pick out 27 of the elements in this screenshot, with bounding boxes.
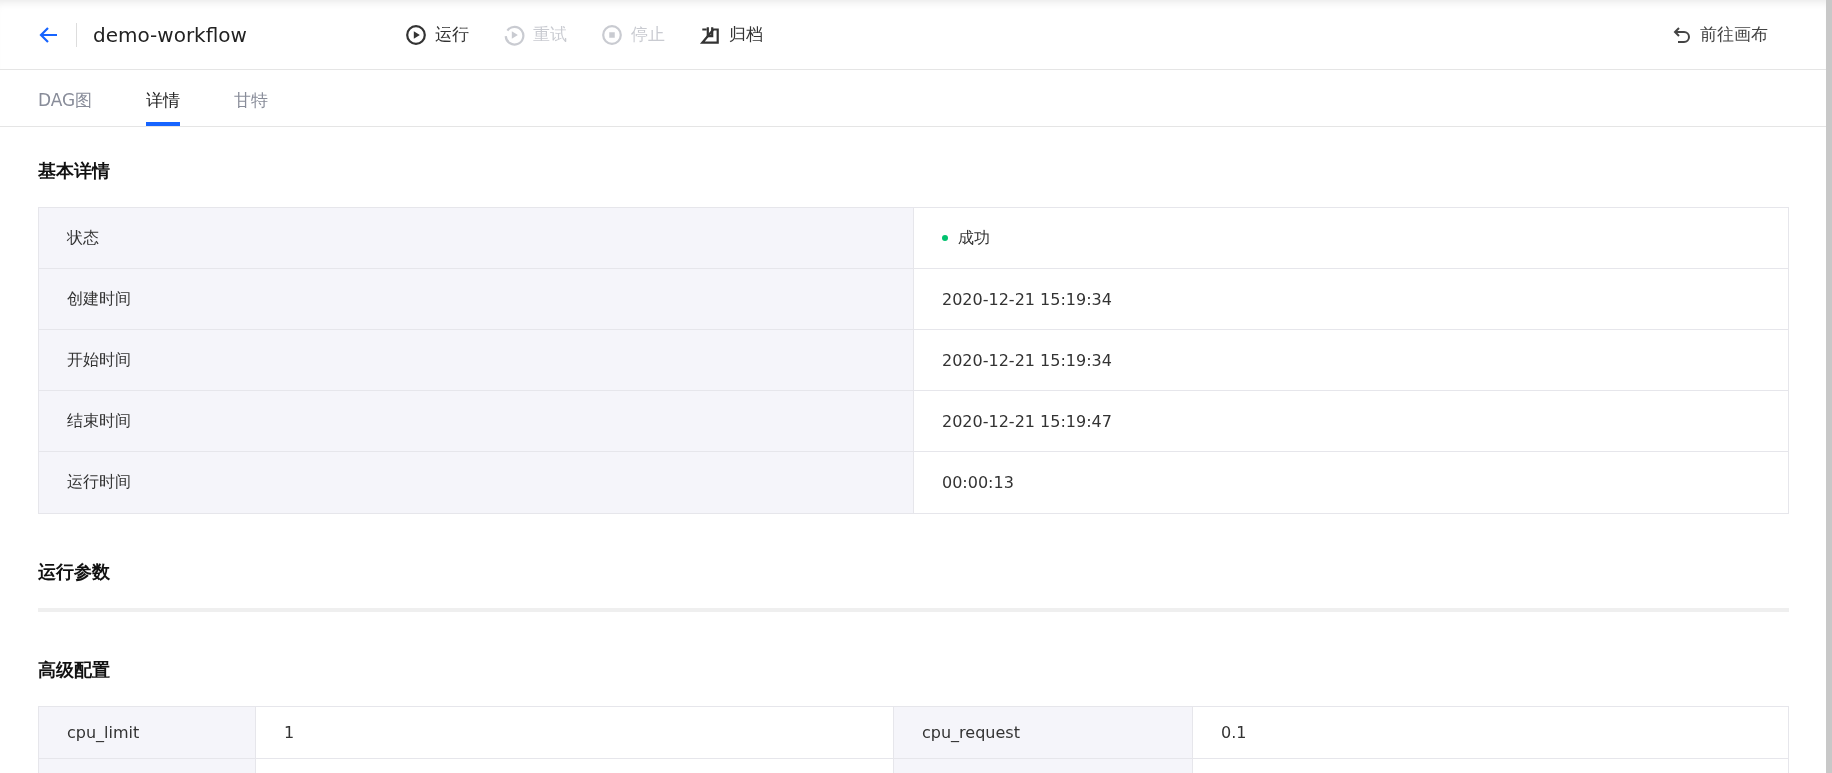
label-cell: cpu_limit: [39, 707, 256, 759]
workflow-title: demo-workflow: [93, 22, 248, 47]
tab[interactable]: DAG图: [38, 70, 93, 126]
label-cell: 运行时间: [39, 452, 914, 513]
value-cell: 1: [256, 707, 894, 759]
undo-arrow-icon: [1672, 24, 1692, 45]
archive-button[interactable]: 归档: [699, 23, 763, 46]
label-cell: 结束时间: [39, 391, 914, 452]
replay-icon: [503, 23, 525, 46]
tab[interactable]: 详情: [146, 70, 181, 126]
section-heading: 基本详情: [38, 159, 111, 183]
go-to-canvas-button[interactable]: 前往画布: [1666, 22, 1774, 47]
play-icon: [405, 23, 427, 46]
value-cell-text: 00:00:13: [941, 472, 1015, 494]
value-cell: 2020-12-21 15:19:34: [914, 330, 1788, 391]
section-heading: 高级配置: [38, 658, 111, 682]
value-cell: 成功: [914, 208, 1788, 269]
run-button[interactable]: 运行: [405, 23, 469, 46]
stop-icon: [601, 23, 623, 46]
label-cell: 开始时间: [39, 330, 914, 391]
label-cell: cpu_request: [894, 707, 1193, 759]
label-cell: 状态: [39, 208, 914, 269]
section-heading: 运行参数: [38, 560, 111, 584]
value-cell: 0.1: [1193, 707, 1788, 759]
value-cell: 2020-12-21 15:19:34: [914, 269, 1788, 330]
value-cell: 2020-12-21 15:19:47: [914, 391, 1788, 452]
label-cell: 创建时间: [39, 269, 914, 330]
